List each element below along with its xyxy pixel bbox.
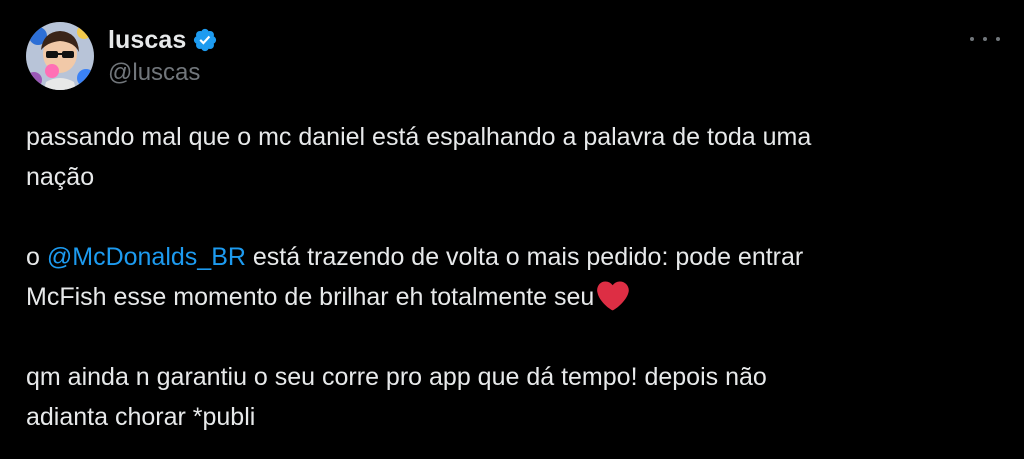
tweet-text-segment: está trazendo de volta o mais pedido: po… xyxy=(245,243,804,271)
tweet-text-segment: o xyxy=(26,243,47,271)
avatar-image xyxy=(26,22,94,90)
more-dot xyxy=(983,37,987,41)
verified-badge-icon xyxy=(194,28,217,52)
display-name[interactable]: luscas xyxy=(108,26,186,55)
tweet-paragraph-3: qm ainda n garantiu o seu corre pro app … xyxy=(26,357,1006,437)
avatar[interactable] xyxy=(26,22,94,90)
tweet-card: luscas @luscas passando mal que o mc dan… xyxy=(0,0,1024,459)
tweet-line: qm ainda n garantiu o seu corre pro app … xyxy=(26,363,767,391)
tweet-paragraph-1: passando mal que o mc daniel está espalh… xyxy=(26,117,1006,197)
more-dot xyxy=(970,37,974,41)
tweet-line: adianta chorar *publi xyxy=(26,403,256,431)
tweet-line: passando mal que o mc daniel está espalh… xyxy=(26,123,812,151)
tweet-line: nação xyxy=(26,163,95,191)
tweet-paragraph-2: o @McDonalds_BR está trazendo de volta o… xyxy=(26,237,1006,317)
red-heart-icon xyxy=(597,281,630,311)
user-handle[interactable]: @luscas xyxy=(108,59,200,87)
tweet-line: McFish esse momento de brilhar eh totalm… xyxy=(26,283,595,311)
more-dot xyxy=(996,37,1000,41)
tweet-text: passando mal que o mc daniel está espalh… xyxy=(26,117,1006,437)
mention-link[interactable]: @McDonalds_BR xyxy=(47,243,246,271)
author-name-row: luscas xyxy=(108,24,218,56)
more-options-icon[interactable] xyxy=(970,26,1000,52)
